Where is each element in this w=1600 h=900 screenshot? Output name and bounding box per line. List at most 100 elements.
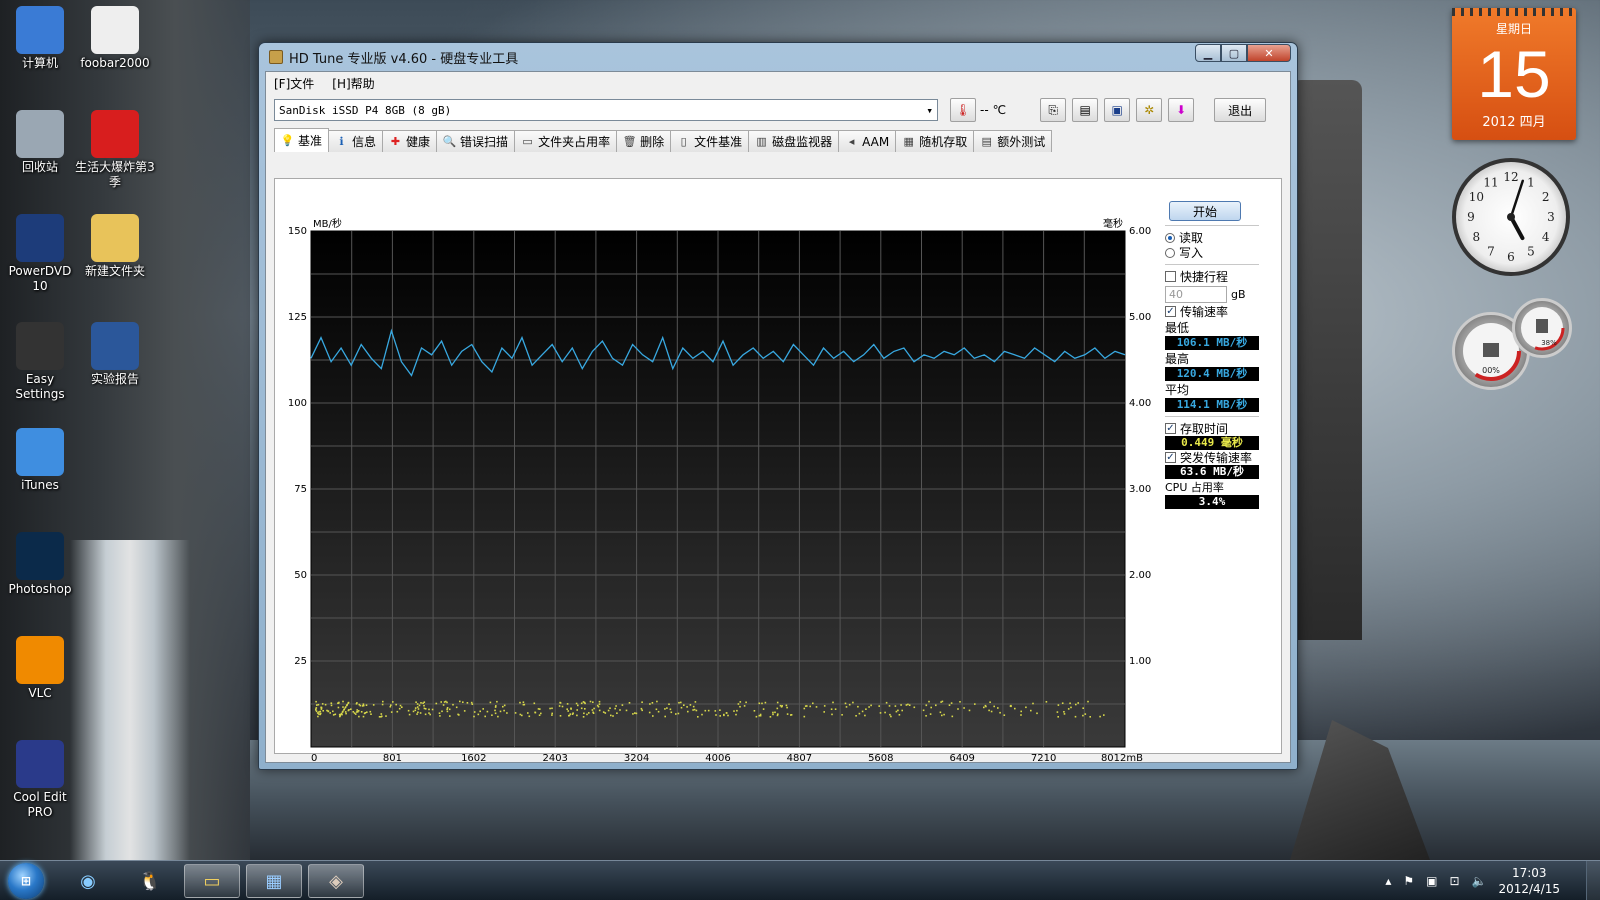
tab-10[interactable]: ▤ 额外测试 bbox=[973, 130, 1053, 152]
chart-point-access-time bbox=[341, 713, 343, 716]
chart-point-access-time bbox=[739, 705, 741, 708]
tab-6[interactable]: ▯ 文件基准 bbox=[670, 130, 750, 152]
desktop-icon[interactable]: 新建文件夹 bbox=[75, 214, 155, 279]
tab-7[interactable]: ▥ 磁盘监视器 bbox=[748, 130, 840, 152]
chart-point-access-time bbox=[868, 706, 870, 708]
exit-button[interactable]: 退出 bbox=[1214, 98, 1267, 122]
chart-point-access-time bbox=[382, 700, 384, 703]
desktop-icon[interactable]: foobar2000 bbox=[75, 6, 155, 71]
taskbar-hdtune[interactable]: ◈ bbox=[308, 864, 364, 898]
desktop-icon[interactable]: Cool Edit PRO bbox=[0, 740, 80, 820]
read-radio[interactable]: 读取 bbox=[1165, 230, 1259, 245]
chart-point-access-time bbox=[419, 712, 422, 714]
chart-point-access-time bbox=[350, 708, 352, 710]
chart-point-access-time bbox=[321, 703, 324, 705]
chart-point-access-time bbox=[895, 710, 898, 713]
chart-point-access-time bbox=[604, 712, 607, 714]
desktop-icon[interactable]: 实验报告 bbox=[75, 322, 155, 387]
desktop-icon[interactable]: Easy Settings bbox=[0, 322, 80, 402]
chart-ytick-right: 2.00 bbox=[1129, 570, 1151, 581]
menu-help[interactable]: [H]帮助 bbox=[332, 75, 374, 92]
desktop-icon[interactable]: PowerDVD 10 bbox=[0, 214, 80, 294]
chart-point-access-time bbox=[385, 715, 387, 717]
save-button[interactable]: ▣ bbox=[1104, 98, 1131, 122]
taskbar-control-panel[interactable]: ▦ bbox=[246, 864, 302, 898]
chart-point-access-time bbox=[442, 704, 445, 706]
tab-5[interactable]: 🗑 删除 bbox=[616, 130, 672, 152]
desktop-icon[interactable]: Photoshop bbox=[0, 532, 80, 597]
update-button[interactable]: ⬇ bbox=[1168, 98, 1195, 122]
chart-point-access-time bbox=[1084, 713, 1087, 715]
hdtune-window[interactable]: HD Tune 专业版 v4.60 - 硬盘专业工具 ▁ ▢ ✕ [F]文件 [… bbox=[258, 42, 1298, 770]
write-radio-dot bbox=[1165, 247, 1175, 258]
tab-1[interactable]: ℹ 信息 bbox=[328, 130, 384, 152]
chart-point-access-time bbox=[686, 706, 688, 708]
tray-clock[interactable]: 17:03 2012/4/15 bbox=[1498, 865, 1560, 897]
chart-point-access-time bbox=[420, 702, 422, 704]
tab-4[interactable]: ▭ 文件夹占用率 bbox=[514, 130, 618, 152]
maximize-button[interactable]: ▢ bbox=[1221, 44, 1247, 62]
chart-point-access-time bbox=[330, 704, 333, 707]
chart-point-access-time bbox=[370, 713, 372, 715]
desktop-icon[interactable]: VLC bbox=[0, 636, 80, 701]
memory-meter-gadget[interactable]: 38% bbox=[1512, 298, 1572, 358]
system-tray: ▴ ⚑ ▣ ⊡ 🔈 17:03 2012/4/15 bbox=[1385, 865, 1560, 897]
desktop-icon-label: PowerDVD 10 bbox=[8, 264, 72, 293]
computer-icon bbox=[16, 6, 64, 54]
windows-start-button[interactable]: ⊞ bbox=[8, 863, 44, 899]
desktop-icon[interactable]: 生活大爆炸第3季 bbox=[75, 110, 155, 190]
chart-ytick-left: 100 bbox=[288, 398, 307, 409]
chart-point-access-time bbox=[598, 700, 601, 703]
show-hidden-icons-icon[interactable]: ▴ bbox=[1385, 874, 1391, 888]
chart-point-access-time bbox=[522, 703, 525, 706]
desktop-icon[interactable]: iTunes bbox=[0, 428, 80, 493]
chart-point-access-time bbox=[522, 701, 525, 703]
chart-point-access-time bbox=[473, 715, 475, 718]
tab-3[interactable]: 🔍 错误扫描 bbox=[436, 130, 516, 152]
write-radio[interactable]: 写入 bbox=[1165, 245, 1259, 260]
short-stroke-checkbox[interactable]: 快捷行程 bbox=[1165, 269, 1259, 284]
menu-file[interactable]: [F]文件 bbox=[274, 75, 314, 92]
clock-gadget[interactable]: 1 2 3 4 5 6 7 8 9 10 11 12 bbox=[1452, 158, 1570, 276]
copy-image-button[interactable]: ▤ bbox=[1072, 98, 1099, 122]
health-cross-icon: ✚ bbox=[390, 135, 401, 148]
taskbar-explorer[interactable]: ▭ bbox=[184, 864, 240, 898]
window-titlebar[interactable]: HD Tune 专业版 v4.60 - 硬盘专业工具 bbox=[259, 43, 1297, 71]
close-button[interactable]: ✕ bbox=[1247, 44, 1291, 62]
chart-point-access-time bbox=[438, 712, 441, 714]
drive-select[interactable]: SanDisk iSSD P4 8GB (8 gB) ▾ bbox=[274, 99, 938, 121]
copy-text-button[interactable]: ⎘ bbox=[1040, 98, 1067, 122]
read-radio-dot bbox=[1165, 232, 1175, 243]
desktop-icon[interactable]: 计算机 bbox=[0, 6, 80, 71]
access-time-checkbox[interactable]: ✓ 存取时间 bbox=[1165, 421, 1259, 436]
transfer-rate-checkbox[interactable]: ✓ 传输速率 bbox=[1165, 304, 1259, 319]
chart-point-access-time bbox=[582, 716, 585, 718]
tab-8[interactable]: ◂ AAM bbox=[838, 130, 897, 152]
tray-app-icon[interactable]: ▣ bbox=[1426, 874, 1437, 888]
short-stroke-input[interactable]: 40 bbox=[1165, 285, 1227, 303]
taskbar-qq[interactable]: 🐧 bbox=[122, 864, 178, 898]
tab-2[interactable]: ✚ 健康 bbox=[382, 130, 438, 152]
chart-point-access-time bbox=[366, 711, 368, 713]
desktop-icon-label: Cool Edit PRO bbox=[13, 790, 67, 819]
cpu-usage-label: CPU 占用率 bbox=[1165, 481, 1224, 494]
action-center-flag-icon[interactable]: ⚑ bbox=[1403, 874, 1414, 888]
taskbar-media-player[interactable]: ◉ bbox=[60, 864, 116, 898]
network-icon[interactable]: ⊡ bbox=[1449, 874, 1459, 888]
burst-rate-checkbox[interactable]: ✓ 突发传输速率 bbox=[1165, 450, 1259, 465]
show-desktop-button[interactable] bbox=[1586, 861, 1600, 900]
tab-0[interactable]: 💡 基准 bbox=[274, 128, 330, 152]
options-button[interactable]: ✲ bbox=[1136, 98, 1163, 122]
minimize-button[interactable]: ▁ bbox=[1195, 44, 1221, 62]
tab-label: AAM bbox=[862, 134, 890, 149]
chart-point-access-time bbox=[362, 703, 365, 705]
tab-9[interactable]: ▦ 随机存取 bbox=[895, 130, 975, 152]
start-button[interactable]: 开始 bbox=[1169, 201, 1241, 221]
calendar-gadget[interactable]: 星期日 15 2012 四月 bbox=[1452, 8, 1576, 140]
chart-point-access-time bbox=[416, 713, 418, 715]
chart-point-access-time bbox=[614, 707, 616, 710]
chart-point-access-time bbox=[1099, 715, 1101, 718]
desktop-icon[interactable]: 回收站 bbox=[0, 110, 80, 175]
chart-point-access-time bbox=[693, 708, 696, 711]
volume-icon[interactable]: 🔈 bbox=[1472, 874, 1487, 888]
